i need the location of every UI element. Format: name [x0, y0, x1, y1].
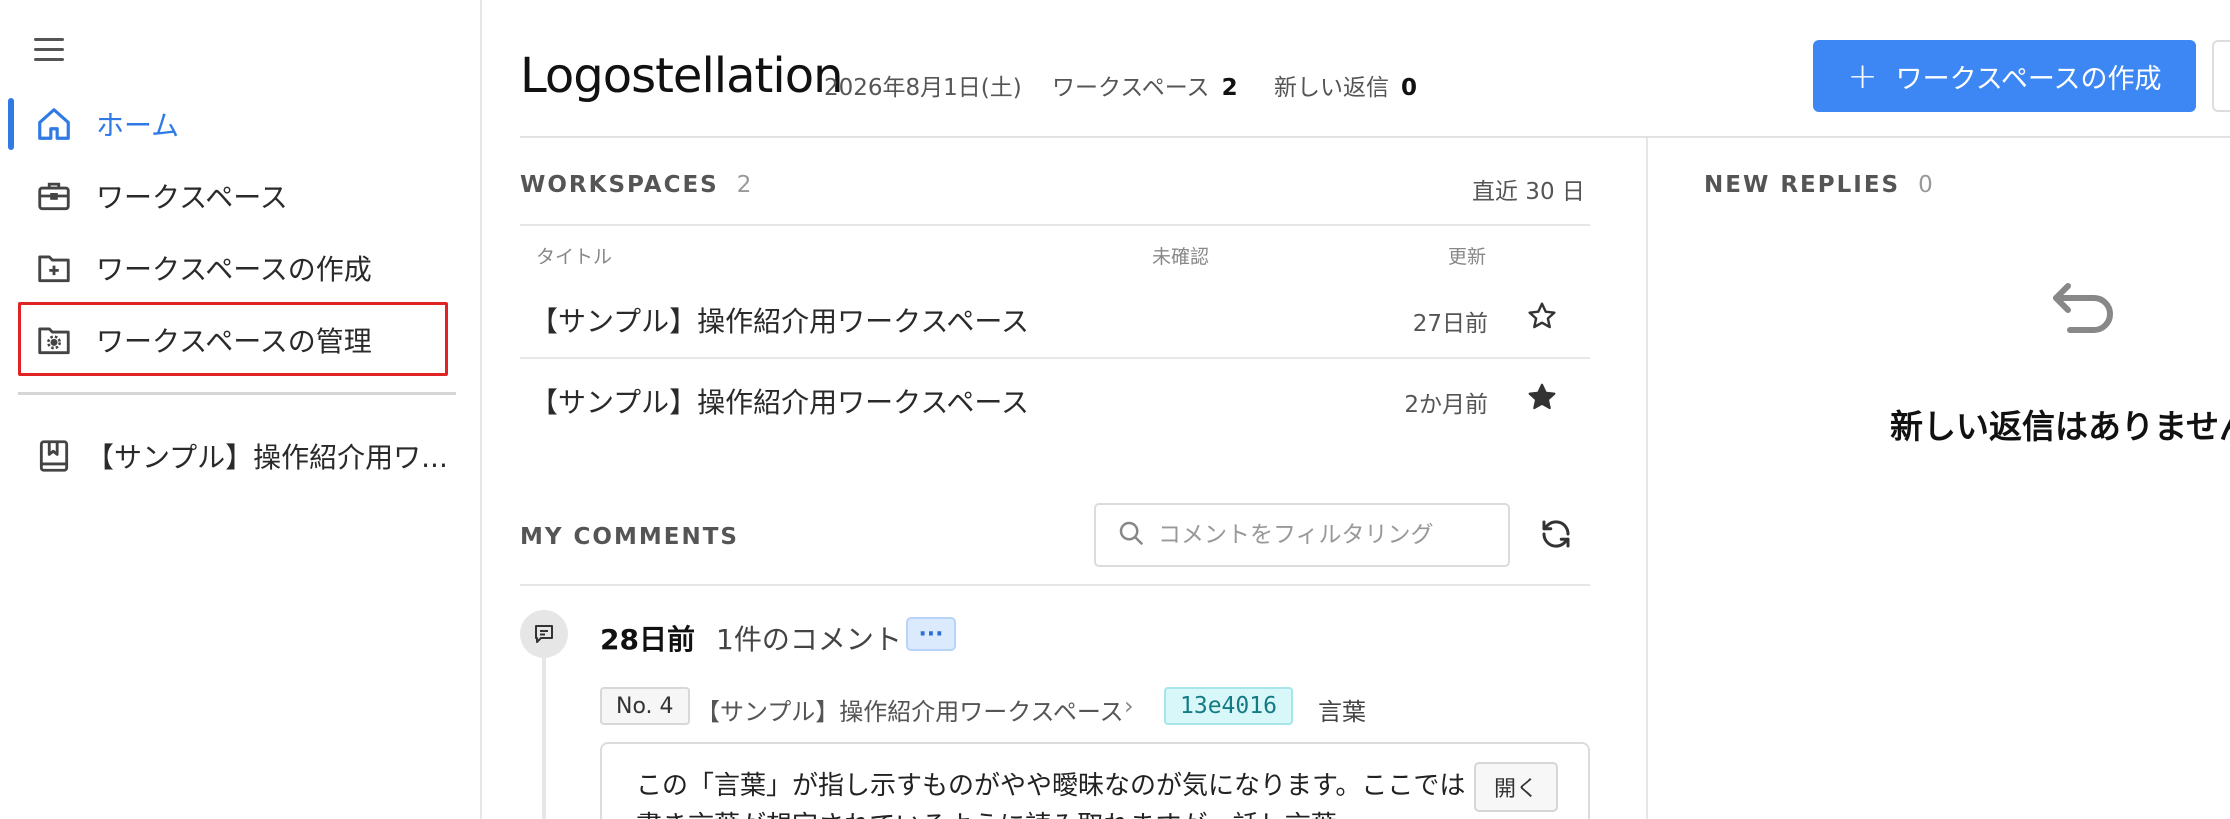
comment-number-badge: No. 4 — [600, 687, 690, 725]
plus-icon: + — [1847, 55, 1878, 97]
header-divider — [520, 136, 2230, 138]
workspace-title[interactable]: 【サンプル】操作紹介用ワークスペース — [530, 300, 1029, 340]
sidebar-item-label: ワークスペースの作成 — [96, 253, 372, 286]
app-title: Logostellation — [520, 48, 843, 104]
active-indicator — [8, 98, 14, 150]
sidebar-divider — [18, 392, 456, 395]
header-date: 2026年8月1日(土) — [824, 75, 1022, 101]
create-workspace-button[interactable]: + ワークスペースの作成 — [1813, 40, 2196, 112]
star-filled-icon[interactable] — [1526, 381, 1558, 413]
column-divider — [1646, 138, 1648, 819]
workspaces-divider — [520, 224, 1590, 226]
table-row[interactable]: 【サンプル】操作紹介用ワークスペース 27日前 — [520, 278, 1590, 358]
comment-workspace-link[interactable]: 【サンプル】操作紹介用ワークスペース — [696, 692, 1124, 727]
workspaces-section-title: WORKSPACES 2 — [520, 172, 751, 198]
section-count: 0 — [1918, 172, 1933, 198]
comment-filter[interactable] — [1094, 503, 1510, 567]
refresh-icon[interactable] — [1538, 516, 1576, 554]
star-outline-icon[interactable] — [1526, 300, 1558, 332]
workspace-updated: 2か月前 — [1404, 392, 1488, 418]
home-icon — [34, 104, 74, 144]
my-comments-section-title: MY COMMENTS — [520, 524, 739, 550]
section-count: 2 — [736, 172, 752, 198]
sidebar-item-home[interactable]: ホーム — [18, 92, 448, 156]
sidebar-item-manage-workspaces[interactable]: ワークスペースの管理 — [18, 308, 448, 372]
briefcase-icon — [34, 176, 74, 216]
section-title-text: WORKSPACES — [520, 172, 719, 198]
more-options-button[interactable]: ··· — [906, 617, 956, 651]
timeline-line — [542, 658, 546, 819]
sidebar-item-label: 【サンプル】操作紹介用ワ... — [86, 441, 448, 474]
column-header-title: タイトル — [536, 246, 613, 268]
commit-hash-badge[interactable]: 13e4016 — [1164, 687, 1293, 725]
folder-plus-icon — [34, 248, 74, 288]
sidebar-item-workspaces[interactable]: ワークスペース — [18, 164, 448, 228]
sidebar-item-label: ワークスペース — [96, 181, 288, 214]
stat-value: 0 — [1401, 75, 1418, 101]
stat-value: 2 — [1221, 75, 1238, 101]
sidebar-item-create-workspace[interactable]: ワークスペースの作成 — [18, 236, 448, 300]
comment-time: 28日前 — [600, 623, 695, 656]
header-workspaces-stat: ワークスペース 2 — [1052, 68, 1238, 102]
comment-text: この「言葉」が指し示すものがやや曖昧なのが気になります。ここでは書き言葉が想定さ… — [636, 771, 1466, 819]
column-header-unread: 未確認 — [1152, 246, 1210, 268]
empty-replies-message: 新しい返信はありません — [1890, 407, 2230, 446]
workspace-title[interactable]: 【サンプル】操作紹介用ワークスペース — [530, 381, 1029, 421]
workspace-updated: 27日前 — [1412, 311, 1488, 337]
comments-divider — [520, 584, 1590, 586]
date-range-label[interactable]: 直近 30 日 — [1472, 172, 1585, 206]
menu-icon[interactable] — [34, 38, 64, 64]
chevron-right-icon: › — [1124, 692, 1134, 720]
sidebar-item-label: ホーム — [96, 109, 180, 142]
sidebar-item-label: ワークスペースの管理 — [96, 325, 372, 358]
overflow-button[interactable] — [2212, 40, 2230, 112]
comment-count: 1件のコメント — [716, 623, 902, 656]
comment-filter-input[interactable] — [1158, 522, 1498, 548]
new-replies-section-title: NEW REPLIES 0 — [1704, 172, 1933, 198]
folder-gear-icon — [34, 320, 74, 360]
stat-label: ワークスペース — [1052, 75, 1210, 101]
table-row[interactable]: 【サンプル】操作紹介用ワークスペース 2か月前 — [520, 359, 1590, 439]
create-workspace-label: ワークスペースの作成 — [1895, 63, 2162, 95]
sidebar-item-recent-workspace[interactable]: 【サンプル】操作紹介用ワ... — [18, 424, 448, 488]
header-replies-stat: 新しい返信 0 — [1274, 68, 1417, 102]
comment-target-word: 言葉 — [1318, 698, 1366, 726]
column-header-updated: 更新 — [1448, 246, 1487, 268]
reply-arrow-icon — [2050, 278, 2120, 338]
sidebar: ホーム ワークスペース ワークスペースの作成 ワークスペースの管理 【サンプル】… — [0, 0, 482, 819]
comment-card: この「言葉」が指し示すものがやや曖昧なのが気になります。ここでは書き言葉が想定さ… — [600, 742, 1590, 819]
comment-bubble-icon — [520, 610, 568, 658]
section-title-text: NEW REPLIES — [1704, 172, 1901, 198]
stat-label: 新しい返信 — [1274, 75, 1389, 101]
bookmark-book-icon — [34, 436, 74, 476]
search-icon — [1116, 518, 1146, 552]
open-button[interactable]: 開く — [1473, 762, 1558, 812]
